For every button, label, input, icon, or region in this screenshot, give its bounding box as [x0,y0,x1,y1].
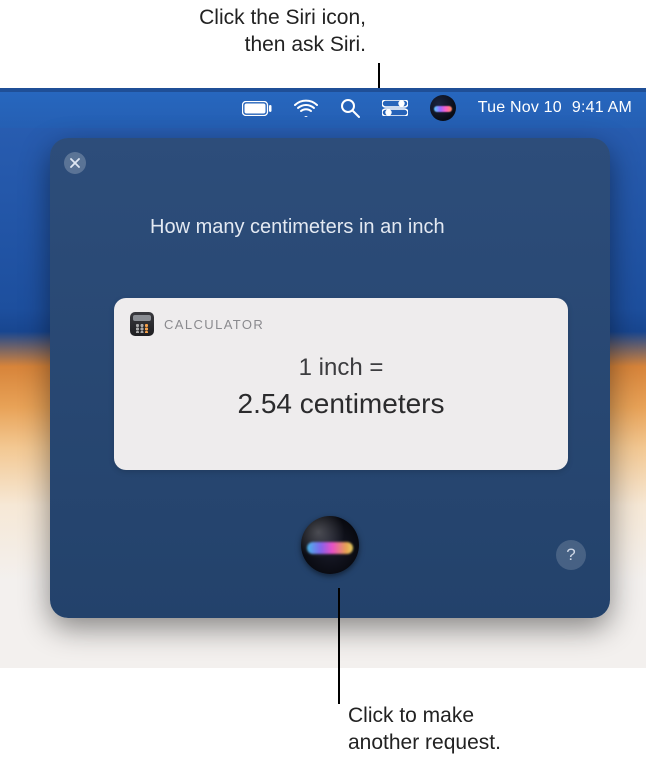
calculator-source-label: CALCULATOR [164,317,264,332]
menubar-time: 9:41 AM [572,99,632,117]
calc-line-result: 2.54 centimeters [114,388,568,420]
annotation-bottom-leader [338,588,340,704]
siri-orb-button[interactable] [301,516,359,574]
macos-desktop: Tue Nov 10 9:41 AM How many centimeters … [0,88,646,668]
annotation-bottom-line2: another request. [348,729,501,756]
calculator-result-card[interactable]: CALCULATOR 1 inch = 2.54 centimeters [114,298,568,470]
annotation-top: Click the Siri icon, then ask Siri. [0,4,646,58]
menubar-date: Tue Nov 10 [478,99,562,117]
annotation-top-line2: then ask Siri. [0,31,366,58]
annotation-bottom-line1: Click to make [348,702,501,729]
siri-query-text: How many centimeters in an inch [150,216,445,239]
annotation-top-line1: Click the Siri icon, [0,4,366,31]
calculator-card-header: CALCULATOR [114,298,568,336]
close-button[interactable] [64,152,86,174]
siri-icon[interactable] [430,88,456,128]
calculator-card-body: 1 inch = 2.54 centimeters [114,354,568,420]
battery-icon[interactable] [242,88,272,128]
calculator-app-icon [130,312,154,336]
siri-panel: How many centimeters in an inch CALCULAT… [50,138,610,618]
siri-help-button[interactable]: ? [556,540,586,570]
control-center-icon[interactable] [382,88,408,128]
annotation-bottom: Click to make another request. [348,702,501,756]
calc-line-input: 1 inch = [114,354,568,382]
menubar-clock[interactable]: Tue Nov 10 9:41 AM [478,99,632,117]
wifi-icon[interactable] [294,88,318,128]
help-icon: ? [566,545,575,565]
spotlight-icon[interactable] [340,88,360,128]
menubar: Tue Nov 10 9:41 AM [0,88,646,128]
